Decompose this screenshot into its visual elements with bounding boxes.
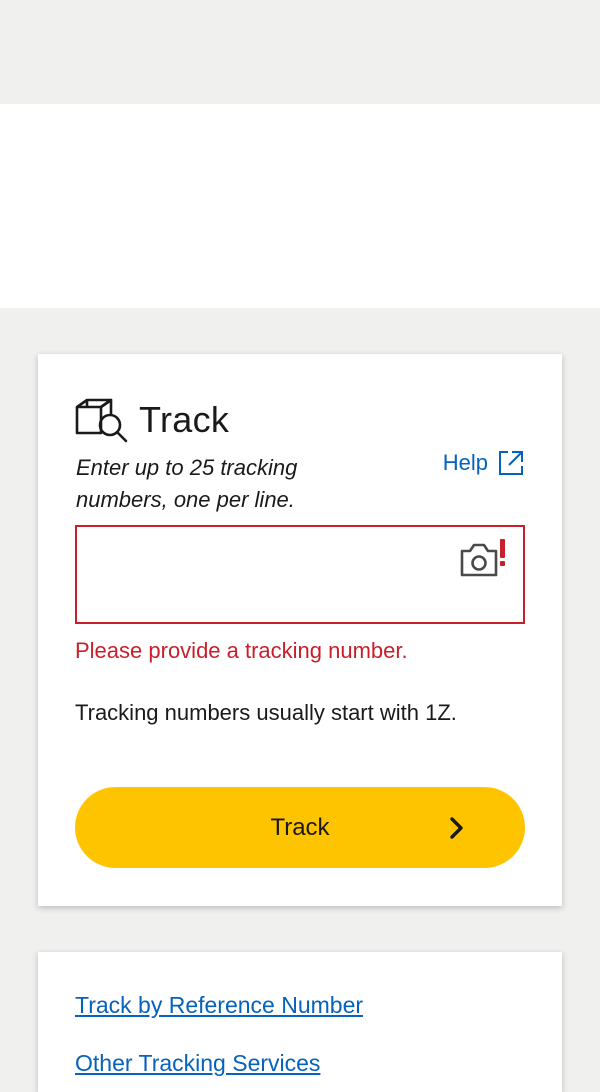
track-card: Track Enter up to 25 tracking numbers, o… bbox=[38, 354, 562, 906]
header-banner bbox=[0, 104, 600, 308]
package-search-icon bbox=[75, 397, 129, 443]
track-button[interactable]: Track bbox=[75, 787, 525, 868]
external-link-icon bbox=[488, 450, 524, 476]
track-by-reference-link[interactable]: Track by Reference Number bbox=[75, 992, 363, 1019]
help-label: Help bbox=[442, 450, 488, 475]
chevron-right-icon bbox=[449, 816, 465, 840]
tracking-links-card: Track by Reference Number Other Tracking… bbox=[38, 952, 562, 1092]
other-tracking-services-link[interactable]: Other Tracking Services bbox=[75, 1050, 320, 1077]
tracking-number-field bbox=[75, 525, 525, 624]
exclamation-icon bbox=[500, 539, 505, 566]
top-band bbox=[0, 0, 600, 104]
help-link[interactable]: Help bbox=[443, 450, 524, 476]
track-title: Track bbox=[139, 399, 230, 440]
camera-icon bbox=[460, 543, 498, 577]
camera-scan-button[interactable] bbox=[459, 537, 509, 577]
track-heading: Track bbox=[75, 397, 229, 443]
track-button-label: Track bbox=[270, 813, 330, 841]
tracking-hint: Tracking numbers usually start with 1Z. bbox=[75, 700, 457, 725]
error-message: Please provide a tracking number. bbox=[75, 638, 408, 663]
instructions-text: Enter up to 25 tracking numbers, one per… bbox=[76, 455, 298, 512]
tracking-number-input[interactable] bbox=[77, 527, 523, 622]
